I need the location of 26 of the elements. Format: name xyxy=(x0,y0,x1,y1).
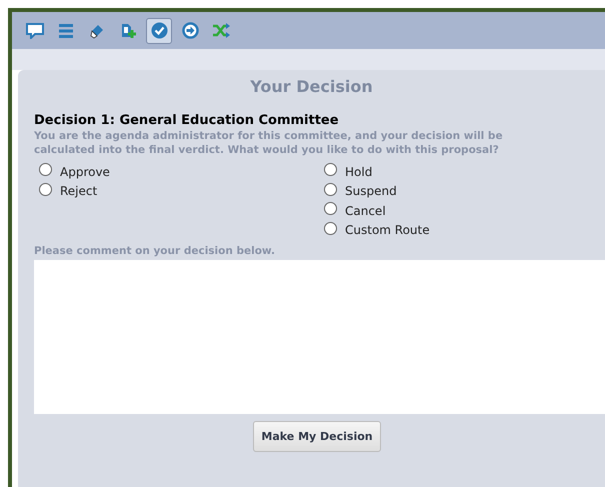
submit-button[interactable]: Make My Decision xyxy=(253,421,381,452)
panel-title: Your Decision xyxy=(249,76,374,98)
menu-icon xyxy=(59,22,73,38)
radio-button[interactable] xyxy=(324,202,337,216)
radio-button[interactable] xyxy=(39,182,52,196)
check-circle-icon xyxy=(150,22,168,39)
eraser-icon xyxy=(89,22,105,38)
radio-button[interactable] xyxy=(324,222,337,235)
add-page-icon xyxy=(120,22,136,39)
option-label: Cancel xyxy=(345,204,386,218)
radio-button[interactable] xyxy=(39,163,52,176)
radio-button[interactable] xyxy=(324,163,337,176)
option-label: Custom Route xyxy=(345,223,430,238)
decision-description: You are the agenda administrator for this committee, and your decision will be calculated into the final verdict. What would you like to do with this proposal? xyxy=(34,129,504,157)
option-label: Suspend xyxy=(345,184,397,198)
option-label: Approve xyxy=(60,164,110,179)
radio-button[interactable] xyxy=(324,182,337,196)
arrow-circle-icon xyxy=(182,22,198,39)
comment-label: Please comment on your decision below. xyxy=(34,245,276,257)
speech-bubble-icon xyxy=(26,22,44,38)
toolbar-button[interactable] xyxy=(146,18,172,44)
decision-heading: Decision 1: General Education Committee xyxy=(34,113,340,128)
option-label: Hold xyxy=(345,164,372,179)
comment-field[interactable] xyxy=(34,260,605,414)
shuffle-icon xyxy=(212,23,230,38)
option-label: Reject xyxy=(60,184,98,198)
